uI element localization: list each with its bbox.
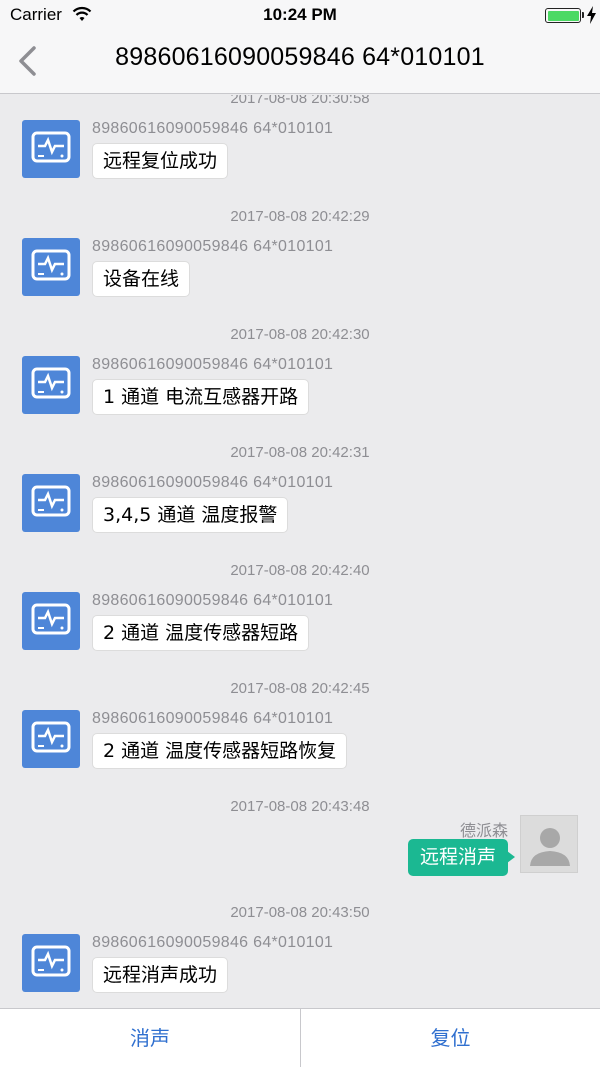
message-timestamp: 2017-08-08 20:42:31 bbox=[230, 444, 370, 461]
device-avatar[interactable] bbox=[22, 120, 80, 178]
status-time: 10:24 PM bbox=[263, 5, 337, 24]
sender-name: 89860616090059846 64*010101 bbox=[92, 474, 334, 491]
my-sender-name: 德派森 bbox=[459, 821, 508, 840]
my-message-bubble[interactable]: 远程消声 bbox=[407, 839, 516, 876]
message-bubble[interactable]: 3,4,5 通道 温度报警 bbox=[92, 497, 289, 533]
message-bubble[interactable]: 远程消声成功 bbox=[92, 957, 229, 993]
message-timestamp: 2017-08-08 20:43:48 bbox=[230, 798, 370, 815]
device-avatar[interactable] bbox=[22, 710, 80, 768]
device-avatar[interactable] bbox=[22, 934, 80, 992]
device-avatar[interactable] bbox=[22, 356, 80, 414]
monitor-pulse-icon bbox=[31, 367, 71, 399]
message-timestamp: 2017-08-08 20:30:58 bbox=[230, 95, 370, 107]
battery-icon bbox=[545, 8, 581, 23]
navigation-bar: 89860616090059846 64*010101 bbox=[0, 30, 600, 94]
monitor-pulse-icon bbox=[31, 485, 71, 517]
monitor-pulse-icon bbox=[31, 945, 71, 977]
action-toolbar: 消声 复位 bbox=[0, 1008, 600, 1067]
device-avatar[interactable] bbox=[22, 238, 80, 296]
sender-name: 89860616090059846 64*010101 bbox=[92, 592, 334, 609]
message-bubble[interactable]: 1 通道 电流互感器开路 bbox=[92, 379, 310, 415]
sender-name: 89860616090059846 64*010101 bbox=[92, 356, 334, 373]
message-timestamp: 2017-08-08 20:42:40 bbox=[230, 562, 370, 579]
sender-name: 89860616090059846 64*010101 bbox=[92, 934, 334, 951]
status-bar: Carrier 10:24 PM bbox=[0, 0, 600, 30]
message-bubble[interactable]: 2 通道 温度传感器短路恢复 bbox=[92, 733, 348, 769]
message-timestamp: 2017-08-08 20:42:45 bbox=[230, 680, 370, 697]
monitor-pulse-icon bbox=[31, 131, 71, 163]
message-timestamp: 2017-08-08 20:43:50 bbox=[230, 904, 370, 921]
message-bubble[interactable]: 设备在线 bbox=[92, 261, 191, 297]
back-icon[interactable] bbox=[10, 42, 46, 80]
charging-icon bbox=[587, 6, 596, 24]
silence-button[interactable]: 消声 bbox=[0, 1009, 300, 1067]
reset-button[interactable]: 复位 bbox=[300, 1009, 600, 1067]
message-list[interactable]: 2017-08-08 20:30:58 89860616090059846 64… bbox=[0, 95, 600, 1008]
message-timestamp: 2017-08-08 20:42:29 bbox=[230, 208, 370, 225]
user-avatar[interactable] bbox=[520, 815, 578, 873]
device-avatar[interactable] bbox=[22, 592, 80, 650]
message-bubble[interactable]: 远程复位成功 bbox=[92, 143, 229, 179]
monitor-pulse-icon bbox=[31, 249, 71, 281]
device-avatar[interactable] bbox=[22, 474, 80, 532]
monitor-pulse-icon bbox=[31, 603, 71, 635]
message-bubble[interactable]: 2 通道 温度传感器短路 bbox=[92, 615, 310, 651]
monitor-pulse-icon bbox=[31, 721, 71, 753]
sender-name: 89860616090059846 64*010101 bbox=[92, 120, 334, 137]
sender-name: 89860616090059846 64*010101 bbox=[92, 710, 334, 727]
user-silhouette-icon bbox=[530, 828, 570, 866]
sender-name: 89860616090059846 64*010101 bbox=[92, 238, 334, 255]
page-title: 89860616090059846 64*010101 bbox=[115, 43, 485, 71]
message-timestamp: 2017-08-08 20:42:30 bbox=[230, 326, 370, 343]
